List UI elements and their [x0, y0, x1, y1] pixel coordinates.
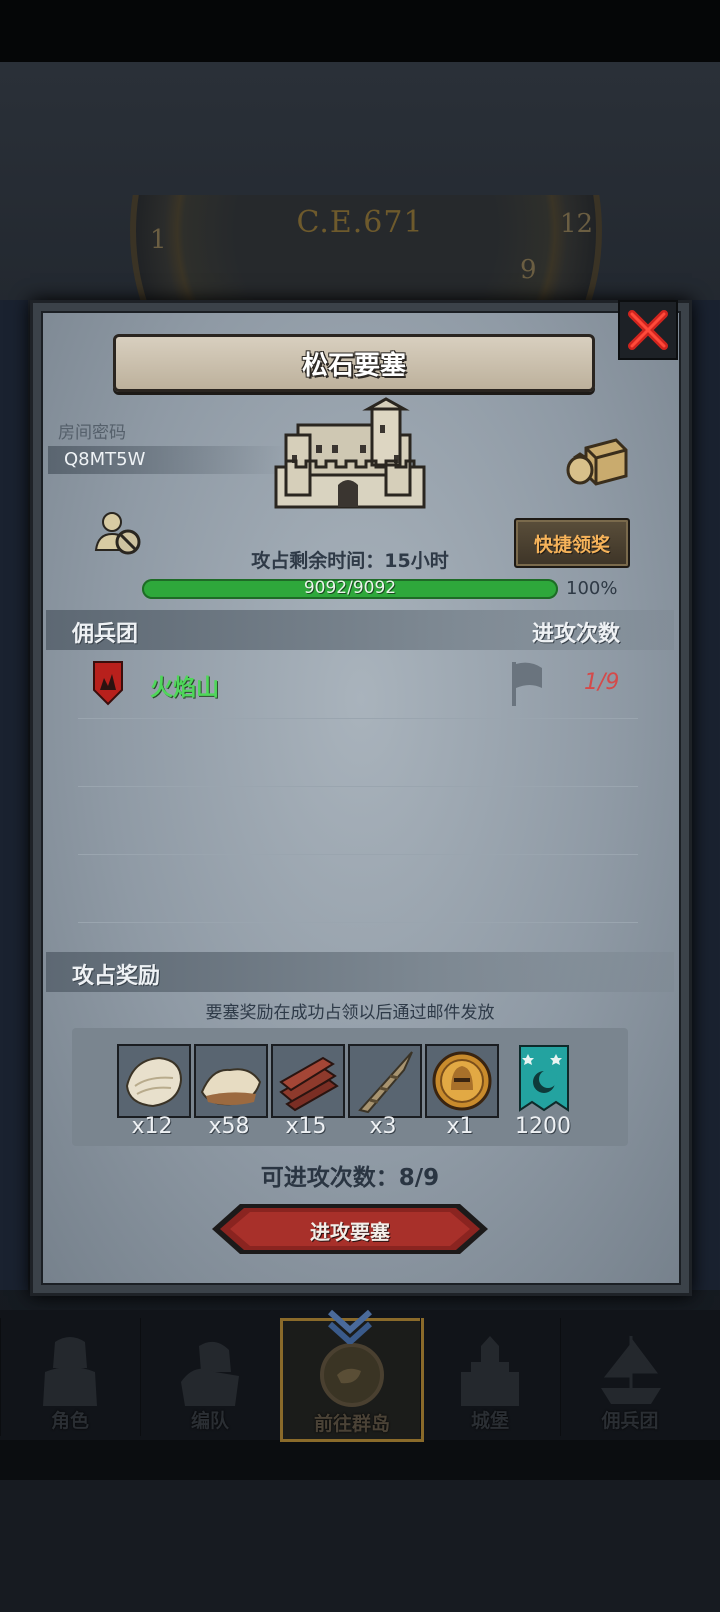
islands-icon	[320, 1343, 384, 1407]
reward-qty: x58	[208, 1114, 250, 1139]
mercenary-ship-icon	[601, 1335, 661, 1404]
clock-number: 12	[560, 209, 594, 239]
close-icon	[628, 310, 668, 350]
reward-qty: 1200	[515, 1114, 571, 1139]
title-banner: 松石要塞	[113, 334, 595, 392]
room-password-label: 房间密码	[58, 423, 126, 443]
guild-banner-icon	[519, 1045, 569, 1112]
attack-button-label: 进攻要塞	[310, 1220, 390, 1244]
top-bar	[0, 0, 720, 62]
row-divider	[78, 718, 638, 719]
nav-label: 编队	[190, 1410, 229, 1432]
reward-qty: x1	[446, 1114, 474, 1139]
loot-crate-icon[interactable]	[566, 436, 628, 486]
reward-item[interactable]	[510, 1044, 580, 1114]
nav-label: 佣兵团	[601, 1410, 659, 1432]
horn-icon	[350, 1046, 420, 1116]
bottom-bar	[0, 1480, 720, 1612]
nav-label: 城堡	[470, 1410, 509, 1432]
clock-number: 9	[520, 255, 537, 285]
right-side-strip	[692, 300, 720, 1290]
room-password: Q8MT5W	[64, 449, 146, 470]
mercenary-header: 佣兵团	[72, 622, 139, 647]
reward-qty: x3	[369, 1114, 397, 1139]
reward-item[interactable]	[348, 1044, 422, 1118]
formation-icon	[181, 1341, 239, 1406]
nav-label: 角色	[50, 1410, 89, 1432]
reward-item[interactable]	[194, 1044, 268, 1118]
chevron-down-icon	[327, 1309, 373, 1344]
attack-fortress-button[interactable]: 进攻要塞	[210, 1202, 490, 1256]
reward-item[interactable]	[425, 1044, 499, 1118]
reward-qty: x15	[285, 1114, 327, 1139]
row-divider	[78, 922, 638, 923]
clock-number: 1	[150, 225, 167, 255]
row-divider	[78, 854, 638, 855]
reward-header: 攻占奖励	[72, 964, 161, 989]
fortress-hp-text: 9092/9092	[303, 578, 397, 598]
row-divider	[78, 786, 638, 787]
flag-icon	[512, 662, 542, 706]
knight-icon	[43, 1337, 97, 1406]
fortress-hp-percent: 100%	[566, 578, 618, 599]
mercenary-name[interactable]: 火焰山	[150, 668, 219, 702]
left-side-strip	[0, 300, 28, 1290]
flame-shield-icon	[93, 661, 123, 706]
nav-label: 前往群岛	[313, 1413, 390, 1435]
reward-item[interactable]	[117, 1044, 191, 1118]
reward-qty: x12	[131, 1114, 173, 1139]
nav-formation[interactable]: 编队	[140, 1318, 279, 1436]
wood-planks-icon	[273, 1046, 343, 1116]
reward-note: 要塞奖励在成功占领以后通过邮件发放	[205, 1003, 495, 1023]
castle-nav-icon	[461, 1336, 519, 1406]
nav-castle[interactable]: 城堡	[420, 1318, 559, 1436]
castle-icon	[274, 397, 426, 509]
reward-item[interactable]	[271, 1044, 345, 1118]
knight-coin-icon	[427, 1046, 497, 1116]
wool-fleece-icon	[196, 1046, 266, 1116]
fur-pelt-icon	[119, 1046, 189, 1116]
fortress-title: 松石要塞	[301, 350, 406, 381]
nav-character[interactable]: 角色	[0, 1318, 139, 1436]
capture-time-left: 攻占剩余时间：15小时	[251, 550, 449, 572]
mercenary-attack-count: 1/9	[584, 670, 620, 695]
attacks-available: 可进攻次数：8/9	[260, 1165, 440, 1191]
attack-count-header: 进攻次数	[532, 622, 621, 647]
close-button[interactable]	[618, 300, 678, 360]
nav-mercenary[interactable]: 佣兵团	[560, 1318, 699, 1436]
